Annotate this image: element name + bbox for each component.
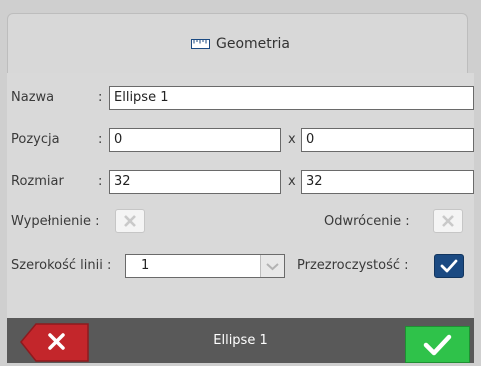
name-input[interactable]: Ellipse 1 [109, 86, 474, 110]
line-width-value: 1 [141, 258, 150, 273]
size-x-separator: x [288, 174, 296, 189]
size-width-input[interactable]: 32 [109, 170, 281, 194]
line-width-dropdown-button[interactable] [260, 255, 284, 277]
position-x-input[interactable]: 0 [109, 128, 281, 152]
size-height-input[interactable]: 32 [301, 170, 474, 194]
size-separator: : [98, 174, 103, 189]
x-mark-icon [124, 215, 136, 227]
invert-label: Odwrócenie : [324, 214, 410, 229]
tab-title-label: Geometria [216, 36, 290, 52]
name-label: Nazwa [11, 90, 55, 105]
ruler-icon [191, 39, 210, 49]
fill-label: Wypełnienie : [11, 214, 100, 229]
tab-title: Geometria [0, 36, 481, 52]
invert-checkbox[interactable] [433, 209, 463, 233]
line-width-label: Szerokość linii : [11, 258, 112, 273]
position-x-separator: x [288, 132, 296, 147]
position-separator: : [98, 132, 103, 147]
position-label: Pozycja [11, 132, 60, 147]
position-y-input[interactable]: 0 [301, 128, 474, 152]
line-width-select[interactable]: 1 [125, 254, 285, 278]
ok-button[interactable] [405, 326, 470, 363]
x-mark-icon [442, 215, 454, 227]
checkmark-icon [423, 334, 452, 356]
transparency-checkbox[interactable] [434, 254, 464, 278]
name-separator: : [98, 90, 103, 105]
transparency-label: Przezroczystość : [297, 258, 409, 273]
size-label: Rozmiar [11, 174, 64, 189]
chevron-down-icon [266, 263, 279, 271]
fill-checkbox[interactable] [115, 209, 145, 233]
checkmark-icon [440, 259, 458, 273]
